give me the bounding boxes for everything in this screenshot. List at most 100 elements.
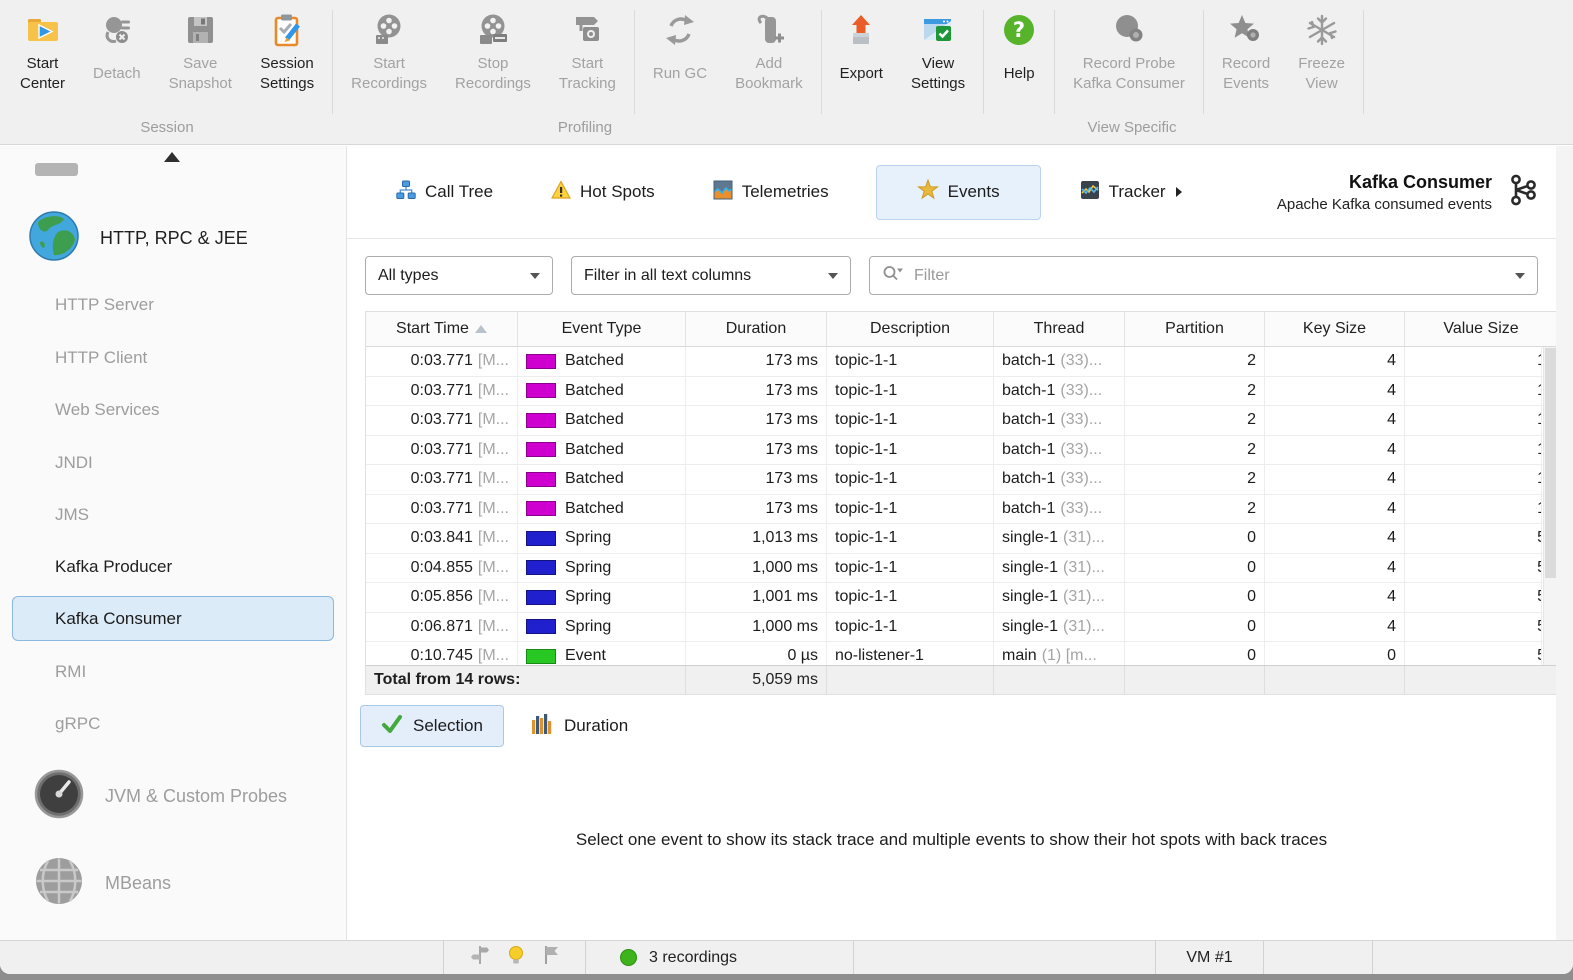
cell-thread: batch-1(33)... — [994, 406, 1125, 435]
table-row[interactable]: 0:05.856[M... Spring 1,001 ms topic-1-1 … — [366, 583, 1557, 613]
sidebar-section-mbeans[interactable]: MBeans — [33, 855, 171, 912]
table-row[interactable]: 0:03.771[M... Batched 173 ms topic-1-1 b… — [366, 465, 1557, 495]
tab-label: Hot Spots — [580, 182, 655, 202]
column-header-event-type[interactable]: Event Type — [518, 312, 686, 346]
flag-icon[interactable] — [541, 944, 561, 971]
tab-events[interactable]: Events — [876, 165, 1041, 220]
record-events-icon — [1229, 10, 1263, 50]
sidebar-scrollbar-thumb[interactable] — [35, 163, 78, 176]
type-filter-dropdown[interactable]: All types — [365, 256, 553, 295]
cell-key-size: 4 — [1265, 465, 1405, 494]
status-bar: 3 recordings VM #1 — [0, 940, 1573, 974]
page-title: Kafka Consumer — [1277, 172, 1492, 193]
table-row[interactable]: 0:03.771[M... Batched 173 ms topic-1-1 b… — [366, 406, 1557, 436]
help-icon: ? — [1002, 10, 1036, 50]
type-filter-value: All types — [378, 267, 438, 285]
filter-input[interactable] — [912, 266, 1507, 286]
table-row[interactable]: 0:03.771[M... Batched 173 ms topic-1-1 b… — [366, 377, 1557, 407]
kafka-logo-icon — [1506, 173, 1540, 212]
table-row[interactable]: 0:03.771[M... Batched 173 ms topic-1-1 b… — [366, 436, 1557, 466]
sidebar-item-kafka-consumer[interactable]: Kafka Consumer — [12, 596, 334, 641]
tab-telemetries[interactable]: Telemetries — [702, 166, 840, 219]
sidebar-section-jvm-custom-probes[interactable]: JVM & Custom Probes — [33, 768, 287, 825]
vm-selector[interactable]: VM #1 — [1155, 941, 1263, 974]
lightbulb-icon[interactable] — [506, 944, 526, 971]
cell-key-size: 4 — [1265, 436, 1405, 465]
search-icon — [882, 264, 904, 287]
vm-label: VM #1 — [1186, 949, 1232, 967]
column-header-partition[interactable]: Partition — [1125, 312, 1265, 346]
event-type-swatch — [526, 354, 556, 369]
cell-event-type: Spring — [518, 524, 686, 553]
record-events-button[interactable]: Record Events — [1208, 6, 1284, 99]
tab-label: Call Tree — [425, 182, 493, 202]
export-label: Export — [840, 53, 883, 95]
status-cell-blank — [853, 941, 1155, 974]
help-button[interactable]: ? Help — [988, 6, 1050, 99]
sidebar-item-rmi[interactable]: RMI — [55, 662, 86, 682]
event-type-swatch — [526, 590, 556, 605]
record-probe-button[interactable]: Record Probe Kafka Consumer — [1059, 6, 1199, 99]
table-row[interactable]: 0:06.871[M... Spring 1,000 ms topic-1-1 … — [366, 613, 1557, 643]
table-row[interactable]: 0:03.771[M... Batched 173 ms topic-1-1 b… — [366, 495, 1557, 525]
start-recordings-button[interactable]: Start Recordings — [337, 6, 441, 99]
selection-toggle-button[interactable]: Selection — [360, 705, 504, 747]
sidebar-item-web-services[interactable]: Web Services — [55, 400, 160, 420]
tab-label: Tracker — [1109, 182, 1166, 202]
svg-text:?: ? — [1013, 18, 1025, 42]
view-settings-button[interactable]: View Settings — [897, 6, 979, 99]
event-type-swatch — [526, 501, 556, 516]
cell-event-type: Spring — [518, 613, 686, 642]
cell-partition: 2 — [1125, 465, 1265, 494]
collapse-up-icon[interactable] — [164, 152, 180, 162]
tab-tracker[interactable]: Tracker — [1069, 166, 1193, 219]
column-header-thread[interactable]: Thread — [994, 312, 1125, 346]
table-row[interactable]: 0:10.745[M... Event 0 µs no-listener-1 m… — [366, 642, 1557, 665]
column-header-description[interactable]: Description — [827, 312, 994, 346]
column-filter-value: Filter in all text columns — [584, 267, 751, 285]
sidebar-item-jms[interactable]: JMS — [55, 505, 89, 525]
status-cell-blank — [1372, 941, 1573, 974]
sidebar-item-http-client[interactable]: HTTP Client — [55, 348, 147, 368]
stop-recordings-button[interactable]: Stop Recordings — [441, 6, 545, 99]
tab-call-tree[interactable]: Call Tree — [385, 166, 504, 219]
freeze-view-button[interactable]: Freeze View — [1284, 6, 1359, 99]
column-header-duration[interactable]: Duration — [686, 312, 827, 346]
chevron-down-icon[interactable] — [1515, 273, 1525, 279]
filter-search-box[interactable] — [869, 256, 1538, 295]
duration-toggle-button[interactable]: Duration — [530, 712, 628, 741]
column-header-start-time[interactable]: Start Time — [366, 312, 518, 346]
export-button[interactable]: Export — [826, 6, 897, 99]
star-icon — [917, 179, 939, 206]
column-header-key-size[interactable]: Key Size — [1265, 312, 1405, 346]
recording-dot-icon — [620, 949, 637, 966]
table-vertical-scrollbar[interactable] — [1543, 347, 1557, 665]
cell-partition: 2 — [1125, 347, 1265, 376]
sidebar-item-grpc[interactable]: gRPC — [55, 714, 100, 734]
run-gc-button[interactable]: Run GC — [639, 6, 721, 99]
detach-label: Detach — [93, 53, 141, 95]
save-snapshot-button[interactable]: Save Snapshot — [155, 6, 246, 99]
signpost-icon[interactable] — [469, 944, 491, 971]
cell-event-type: Batched — [518, 347, 686, 376]
start-tracking-icon — [570, 10, 604, 50]
start-center-button[interactable]: Start Center — [6, 6, 79, 99]
table-row[interactable]: 0:03.771[M... Batched 173 ms topic-1-1 b… — [366, 347, 1557, 377]
sidebar-item-http-server[interactable]: HTTP Server — [55, 295, 154, 315]
table-row[interactable]: 0:04.855[M... Spring 1,000 ms topic-1-1 … — [366, 554, 1557, 584]
tab-hot-spots[interactable]: Hot Spots — [540, 166, 666, 219]
column-header-value-size[interactable]: Value Size — [1405, 312, 1557, 346]
session-settings-button[interactable]: Session Settings — [246, 6, 328, 99]
table-row[interactable]: 0:03.841[M... Spring 1,013 ms topic-1-1 … — [366, 524, 1557, 554]
sidebar-item-jndi[interactable]: JNDI — [55, 453, 93, 473]
cell-event-type: Batched — [518, 406, 686, 435]
sidebar-item-kafka-producer[interactable]: Kafka Producer — [55, 557, 172, 577]
detach-button[interactable]: Detach — [79, 6, 155, 99]
column-filter-dropdown[interactable]: Filter in all text columns — [571, 256, 851, 295]
add-bookmark-button[interactable]: Add Bookmark — [721, 6, 817, 99]
cell-partition: 0 — [1125, 524, 1265, 553]
sidebar-section-http-rpc-jee[interactable]: HTTP, RPC & JEE — [28, 210, 248, 267]
recordings-status[interactable]: 3 recordings — [585, 941, 853, 974]
cell-description: topic-1-1 — [827, 613, 994, 642]
start-tracking-button[interactable]: Start Tracking — [545, 6, 630, 99]
